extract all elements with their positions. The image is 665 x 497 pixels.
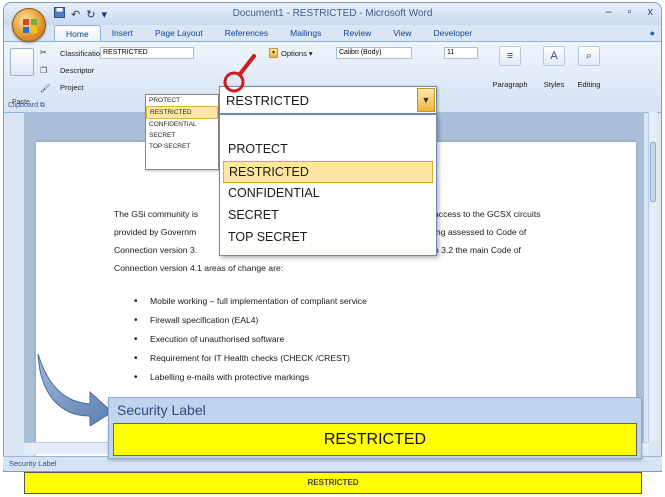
styles-label: Styles xyxy=(543,80,565,89)
paragraph-icon: ≡ xyxy=(499,46,521,66)
body-text-line-1a: The GSi community is xyxy=(114,209,199,219)
word-window-screenshot: Document1 - RESTRICTED - Microsoft Word … xyxy=(0,0,665,497)
copy-icon[interactable]: ❐ xyxy=(40,66,47,75)
classification-options-list: PROTECT RESTRICTED CONFIDENTIAL SECRET T… xyxy=(219,114,437,256)
format-painter-icon[interactable]: 🖌 xyxy=(40,84,50,93)
tab-view[interactable]: View xyxy=(382,25,422,41)
maximize-button[interactable]: ▫ xyxy=(628,6,632,18)
tab-review[interactable]: Review xyxy=(332,25,382,41)
window-controls: – ▫ x xyxy=(605,6,653,18)
option-secret[interactable]: SECRET xyxy=(220,205,436,227)
font-name-select[interactable]: Calibri (Body) xyxy=(336,47,412,59)
small-list-item[interactable]: PROTECT xyxy=(146,95,218,106)
scroll-thumb[interactable] xyxy=(650,142,656,202)
close-button[interactable]: x xyxy=(648,6,654,18)
ribbon-tabs: Home Insert Page Layout References Maili… xyxy=(54,25,483,41)
tab-mailings[interactable]: Mailings xyxy=(279,25,332,41)
minimize-button[interactable]: – xyxy=(605,6,611,18)
tab-insert[interactable]: Insert xyxy=(101,25,144,41)
body-text-line-2a: provided by Governm xyxy=(114,227,197,237)
classification-label: Classification xyxy=(60,49,105,58)
list-item: Requirement for IT Health checks (CHECK … xyxy=(130,349,367,368)
tab-home[interactable]: Home xyxy=(54,25,101,41)
paste-icon[interactable] xyxy=(10,48,34,76)
security-label-value: RESTRICTED xyxy=(113,423,637,456)
office-logo-icon xyxy=(23,19,37,33)
body-text-line-4: Connection version 4.1 areas of change a… xyxy=(114,263,284,273)
descriptor-label: Descriptor xyxy=(60,66,95,75)
status-bar-label: Security Label xyxy=(9,459,57,468)
quick-access-toolbar: ↶ ↻ ▾ xyxy=(54,7,107,21)
editing-group[interactable]: ⌕ Editing xyxy=(572,46,606,89)
clipboard-group-label[interactable]: Clipboard ⧉ xyxy=(8,102,45,110)
options-dropdown-arrow-icon[interactable]: ▾ xyxy=(269,48,278,58)
classification-select[interactable]: RESTRICTED xyxy=(100,47,194,59)
cut-icon[interactable]: ✂ xyxy=(40,48,47,57)
list-item: Execution of unauthorised software xyxy=(130,330,367,349)
security-label-title: Security Label xyxy=(117,402,206,418)
tab-references[interactable]: References xyxy=(214,25,279,41)
pointer-arrow-icon xyxy=(37,353,113,426)
small-list-item-selected[interactable]: RESTRICTED xyxy=(146,106,218,119)
body-text-line-3a: Connection version 3. xyxy=(114,245,198,255)
small-list-item[interactable]: CONFIDENTIAL xyxy=(146,119,218,130)
styles-icon: A xyxy=(543,46,565,66)
tab-page-layout[interactable]: Page Layout xyxy=(144,25,214,41)
option-top-secret[interactable]: TOP SECRET xyxy=(220,227,436,249)
list-item: Firewall specification (EAL4) xyxy=(130,311,367,330)
find-icon: ⌕ xyxy=(578,46,600,66)
security-label-banner: Security Label RESTRICTED xyxy=(108,397,642,459)
vertical-scrollbar[interactable] xyxy=(648,112,657,442)
magnifier-icon xyxy=(223,54,256,93)
save-icon[interactable] xyxy=(54,7,65,21)
project-label: Project xyxy=(60,83,84,92)
list-item: Labelling e-mails with protective markin… xyxy=(130,368,367,387)
body-text-line-1b: access to the GCSX circuits xyxy=(434,209,541,219)
small-list-item[interactable]: SECRET xyxy=(146,130,218,141)
body-text-line-2b: ing assessed to Code of xyxy=(434,227,527,237)
redo-icon[interactable]: ↻ xyxy=(86,8,95,21)
option-protect[interactable]: PROTECT xyxy=(220,139,436,161)
customize-qat-icon[interactable]: ▾ xyxy=(101,8,107,21)
option-confidential[interactable]: CONFIDENTIAL xyxy=(220,183,436,205)
undo-icon[interactable]: ↶ xyxy=(71,8,80,21)
help-icon[interactable]: ● xyxy=(650,28,655,38)
paragraph-group[interactable]: ≡ Paragraph xyxy=(488,46,532,89)
small-list-item[interactable]: TOP SECRET xyxy=(146,141,218,152)
tab-developer[interactable]: Developer xyxy=(423,25,484,41)
classification-small-list: PROTECT RESTRICTED CONFIDENTIAL SECRET T… xyxy=(145,94,219,170)
options-button[interactable]: Options ▾ xyxy=(281,49,313,58)
list-item: Mobile working – full implementation of … xyxy=(130,292,367,311)
office-button[interactable] xyxy=(12,8,46,42)
classification-footer-bar: RESTRICTED xyxy=(24,472,642,494)
chevron-down-icon[interactable]: ▼ xyxy=(417,88,435,112)
option-restricted[interactable]: RESTRICTED xyxy=(223,161,433,183)
styles-group[interactable]: A Styles xyxy=(539,46,569,89)
editing-label: Editing xyxy=(577,80,601,89)
classification-combo-value: RESTRICTED xyxy=(226,93,310,108)
paragraph-label: Paragraph xyxy=(492,80,528,89)
body-text-line-3b: n 3.2 the main Code of xyxy=(434,245,521,255)
classification-dropdown-zoom: RESTRICTED ▼ PROTECT RESTRICTED CONFIDEN… xyxy=(219,86,437,256)
font-size-select[interactable]: 11 xyxy=(444,47,478,59)
bullet-list: Mobile working – full implementation of … xyxy=(130,292,367,387)
